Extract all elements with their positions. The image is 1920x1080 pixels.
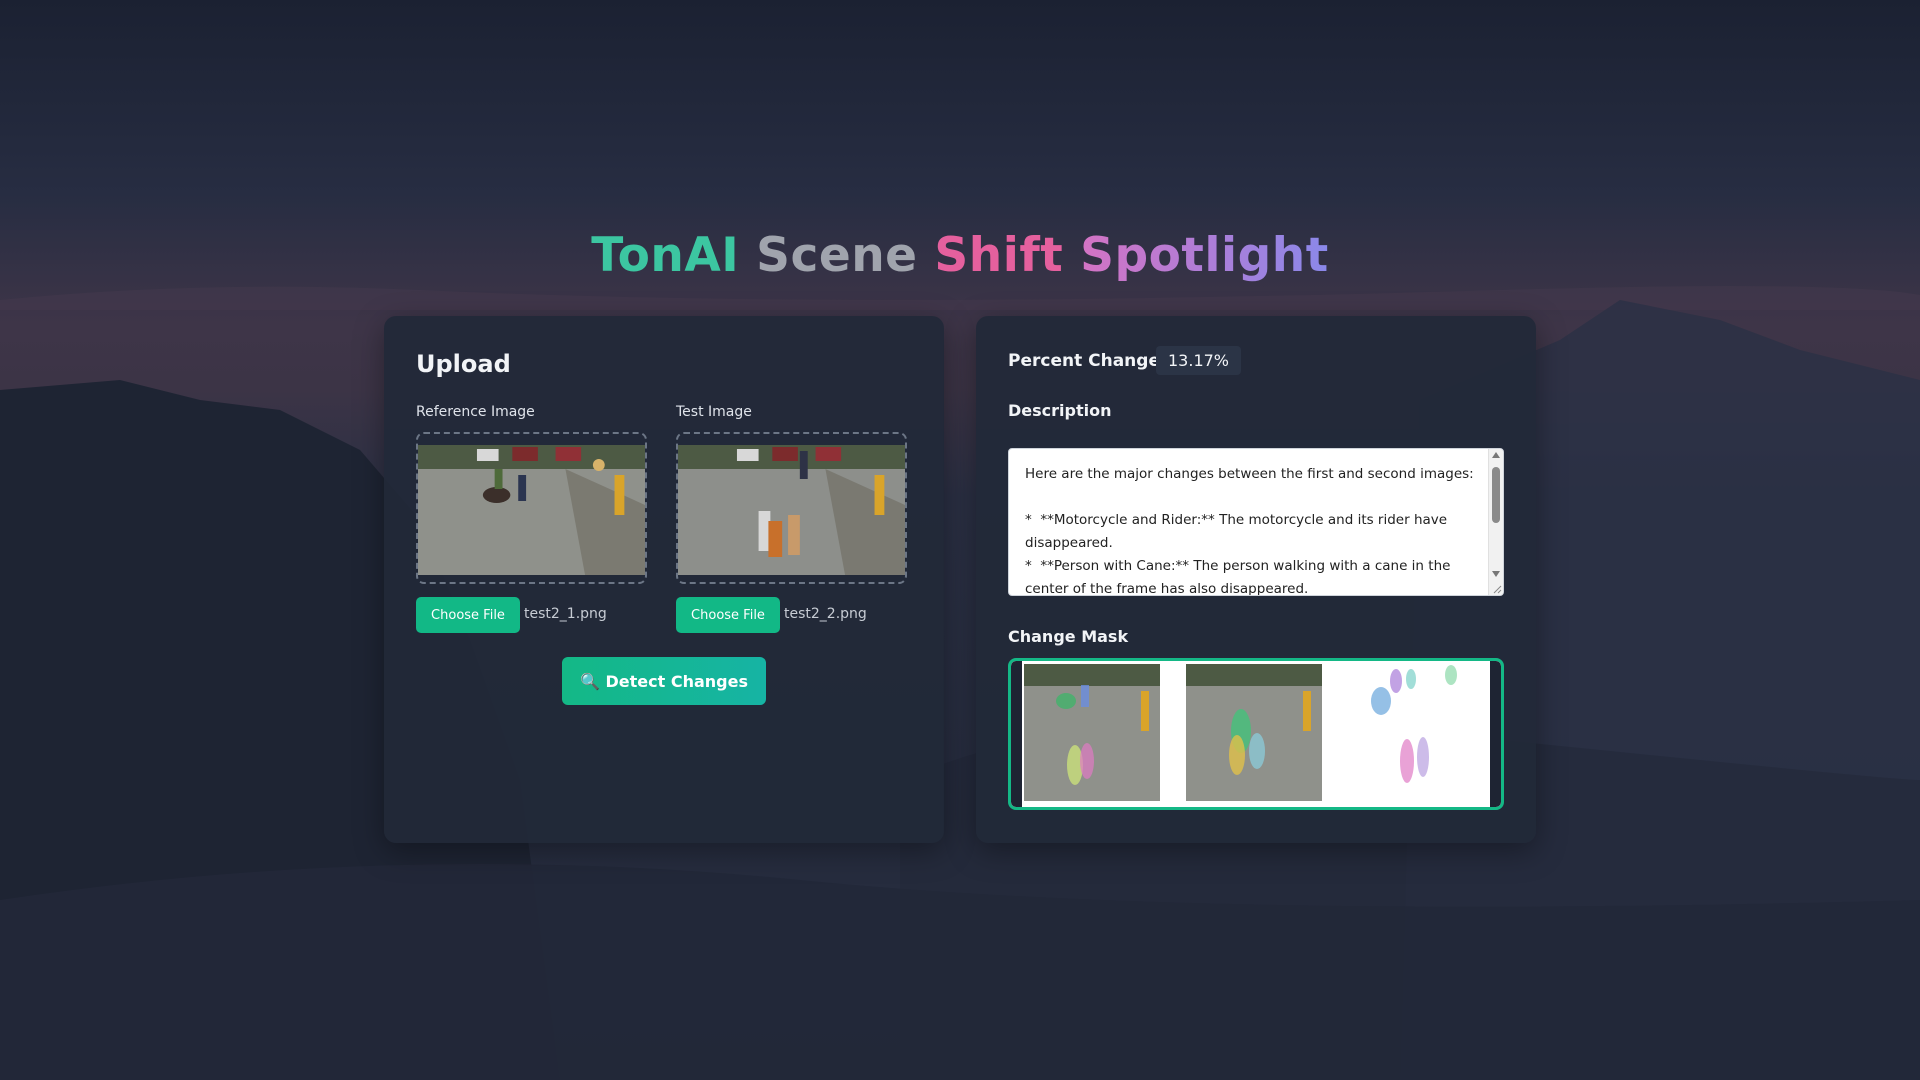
resize-grip-icon[interactable] bbox=[1492, 584, 1502, 594]
title-word-tonai: TonAI bbox=[591, 228, 740, 283]
reference-image-dropzone[interactable] bbox=[416, 432, 647, 584]
description-textarea[interactable]: Here are the major changes between the f… bbox=[1008, 448, 1504, 596]
description-label: Description bbox=[1008, 401, 1112, 420]
reference-image-label: Reference Image bbox=[416, 404, 535, 420]
results-card: Percent Change: 13.17% Description Here … bbox=[976, 316, 1536, 843]
test-image-label: Test Image bbox=[676, 404, 752, 420]
title-word-shift: Shift bbox=[934, 228, 1064, 283]
description-text: Here are the major changes between the f… bbox=[1025, 466, 1474, 596]
scroll-down-arrow-icon[interactable] bbox=[1492, 571, 1500, 577]
test-choose-file-button[interactable]: Choose File bbox=[676, 597, 780, 633]
scroll-up-arrow-icon[interactable] bbox=[1492, 452, 1500, 458]
upload-card: Upload Reference Image Choose File test2… bbox=[384, 316, 944, 843]
change-mask-image bbox=[1011, 661, 1501, 807]
page-title: TonAI Scene Shift Spotlight bbox=[0, 228, 1920, 283]
percent-change-label: Percent Change: bbox=[1008, 351, 1167, 371]
change-mask-panel bbox=[1008, 658, 1504, 810]
title-word-scene: Scene bbox=[756, 228, 918, 283]
detect-changes-button[interactable]: 🔍 Detect Changes bbox=[562, 657, 766, 705]
scrollbar-thumb[interactable] bbox=[1492, 467, 1500, 523]
reference-choose-file-button[interactable]: Choose File bbox=[416, 597, 520, 633]
percent-change-value: 13.17% bbox=[1156, 346, 1242, 375]
mountain-background bbox=[0, 0, 1920, 1080]
change-mask-label: Change Mask bbox=[1008, 627, 1129, 646]
reference-image-preview bbox=[418, 445, 645, 575]
test-image-dropzone[interactable] bbox=[676, 432, 907, 584]
upload-heading: Upload bbox=[416, 350, 511, 378]
test-image-preview bbox=[678, 445, 905, 575]
title-word-spotlight: Spotlight bbox=[1080, 228, 1329, 283]
description-scrollbar[interactable] bbox=[1488, 449, 1503, 595]
reference-file-name: test2_1.png bbox=[524, 606, 607, 622]
test-file-name: test2_2.png bbox=[784, 606, 867, 622]
